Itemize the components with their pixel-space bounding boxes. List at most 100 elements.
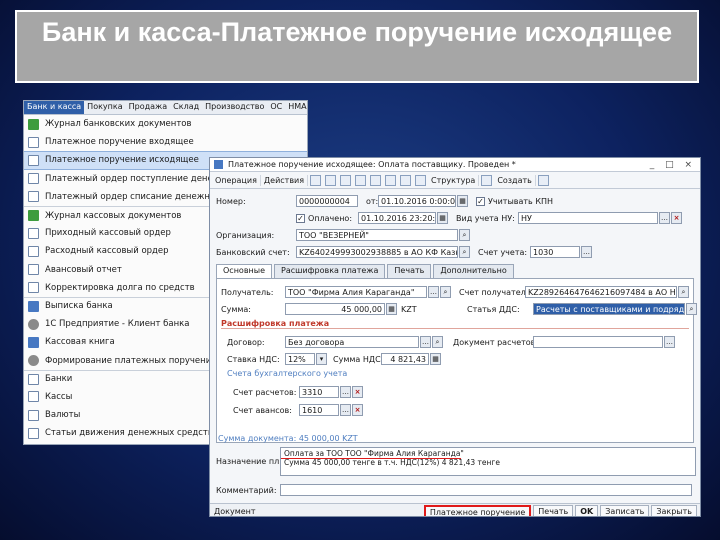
comment-field[interactable] [280,484,692,496]
catalog-icon [28,427,39,439]
bill-account-label: Счет учета: [478,247,528,257]
close-button[interactable]: Закрыть [651,504,697,516]
create-button[interactable]: Создать [494,174,536,186]
bank-account-field[interactable]: KZ640249993002938885 в АО КФ Казкоммерцб… [296,246,458,258]
calendar-icon[interactable]: ▦ [457,195,468,207]
advance-account-field[interactable]: 1610 [299,404,339,416]
search-icon[interactable]: ⌕ [678,286,689,298]
clear-icon[interactable]: × [352,386,363,398]
document-icon [28,154,39,166]
paid-label: Оплачено: [308,213,353,223]
print-icon[interactable] [370,174,382,186]
select-button[interactable]: … [340,386,351,398]
menu-tab-bank-cash[interactable]: Банк и касса [24,101,85,114]
clear-icon[interactable]: × [671,212,682,224]
copy-icon[interactable] [340,174,352,186]
select-button[interactable]: … [581,246,592,258]
date-field[interactable]: 01.10.2016 0:00:00 [378,195,456,207]
calculator-icon[interactable]: ▦ [386,303,397,315]
number-field[interactable]: 0000000004 [296,195,358,207]
write-button[interactable]: Записать [600,504,650,516]
settlement-account-label: Счет расчетов: [233,387,297,397]
clear-icon[interactable]: × [352,404,363,416]
payment-purpose-field[interactable]: Оплата за ТОО ТОО "Фирма Алия Караганда"… [280,447,696,476]
save-icon[interactable] [325,174,337,186]
menu-tab-sales[interactable]: Продажа [126,101,171,114]
paid-date-field[interactable]: 01.10.2016 23:20:54 [358,212,436,224]
document-icon [28,227,39,239]
payment-purpose-line-2: Сумма 45 000,00 тенге в т.ч. НДС(12%) 4 … [284,458,500,467]
help-icon[interactable] [537,174,549,186]
number-label: Номер: [216,196,246,206]
vat-sum-field[interactable]: 4 821,43 [381,353,429,365]
dropdown-icon[interactable]: ▾ [316,353,327,365]
transactions-icon[interactable] [415,174,427,186]
select-button[interactable]: … [420,336,431,348]
settlement-account-field[interactable]: 3310 [299,386,339,398]
sum-field[interactable]: 45 000,00 [285,303,385,315]
menu-tab-production[interactable]: Производство [202,101,267,114]
search-icon[interactable]: ⌕ [459,246,470,258]
tab-payment-details[interactable]: Расшифровка платежа [274,264,386,278]
nu-label: Вид учета НУ: [456,213,515,223]
operation-menu[interactable]: Операция [212,174,261,186]
vat-rate-field[interactable]: 12% [285,353,315,365]
window-controls[interactable]: _ □ × [650,160,696,170]
structure-button[interactable]: Структура [428,174,480,186]
tab-main[interactable]: Основные [216,264,273,278]
menu-tab-purchase[interactable]: Покупка [84,101,125,114]
print-menu-button[interactable]: Печать [533,504,574,516]
search-icon[interactable]: ⌕ [440,286,451,298]
actions-menu[interactable]: Действия [261,174,309,186]
select-button[interactable]: … [428,286,439,298]
table-icon[interactable] [400,174,412,186]
select-button[interactable]: … [664,336,675,348]
journal-icon [28,210,39,222]
recipient-account-label: Счет получателя: [459,287,534,297]
movements-icon[interactable] [385,174,397,186]
search-icon[interactable]: ⌕ [459,229,470,241]
document-toolbar: Операция Действия Структура Создать [210,172,700,189]
menu-item-payment-order-incoming[interactable]: Платежное поручение входящее [24,133,307,151]
dds-label: Статья ДДС: [467,304,520,314]
post-icon[interactable] [310,174,322,186]
red-underline-annotation [281,458,461,459]
payment-order-window: Платежное поручение исходящее: Оплата по… [209,157,701,517]
take-kpn-checkbox[interactable]: ✓ [476,196,485,206]
document-icon [28,264,39,276]
document-link[interactable]: Документ [214,507,256,516]
catalog-icon [28,373,39,385]
menu-tab-intangibles[interactable]: НМА [285,101,307,114]
payment-details-section: Расшифровка платежа [221,319,689,329]
organization-field[interactable]: ТОО "ВЕЗЕРНЕЙ" [296,229,458,241]
recipient-field[interactable]: ТОО "Фирма Алия Караганда" [285,286,427,298]
document-icon [28,282,39,294]
calendar-icon[interactable]: ▦ [437,212,448,224]
calculator-icon[interactable]: ▦ [430,353,441,365]
recipient-account-field[interactable]: KZ289264647646216097484 в АО Народный [525,286,677,298]
dds-field[interactable]: Расчеты с поставщиками и подрядчиками [533,303,685,315]
menu-item-bank-journal[interactable]: Журнал банковских документов [24,115,307,133]
search-icon[interactable]: ⌕ [432,336,443,348]
tab-print[interactable]: Печать [387,264,432,278]
bank-statement-icon [28,300,39,312]
catalog-icon [28,391,39,403]
nu-field[interactable]: НУ [518,212,658,224]
menu-tab-fixed-assets[interactable]: ОС [267,101,285,114]
tab-additional[interactable]: Дополнительно [433,264,514,278]
contract-field[interactable]: Без договора [285,336,419,348]
document-icon [28,191,39,203]
settlement-doc-field[interactable] [533,336,663,348]
refresh-icon[interactable] [355,174,367,186]
menu-tab-warehouse[interactable]: Склад [170,101,202,114]
select-button[interactable]: … [659,212,670,224]
select-button[interactable]: … [340,404,351,416]
search-icon[interactable]: ⌕ [686,303,697,315]
tree-icon[interactable] [481,174,493,186]
bill-account-field[interactable]: 1030 [530,246,580,258]
paid-checkbox[interactable]: ✓ [296,213,305,223]
ok-button[interactable]: OK [575,504,599,516]
document-icon [28,136,39,148]
payment-order-print-button[interactable]: Платежное поручение [423,504,532,516]
payment-purpose-label: Назначение пл.: [216,456,285,466]
